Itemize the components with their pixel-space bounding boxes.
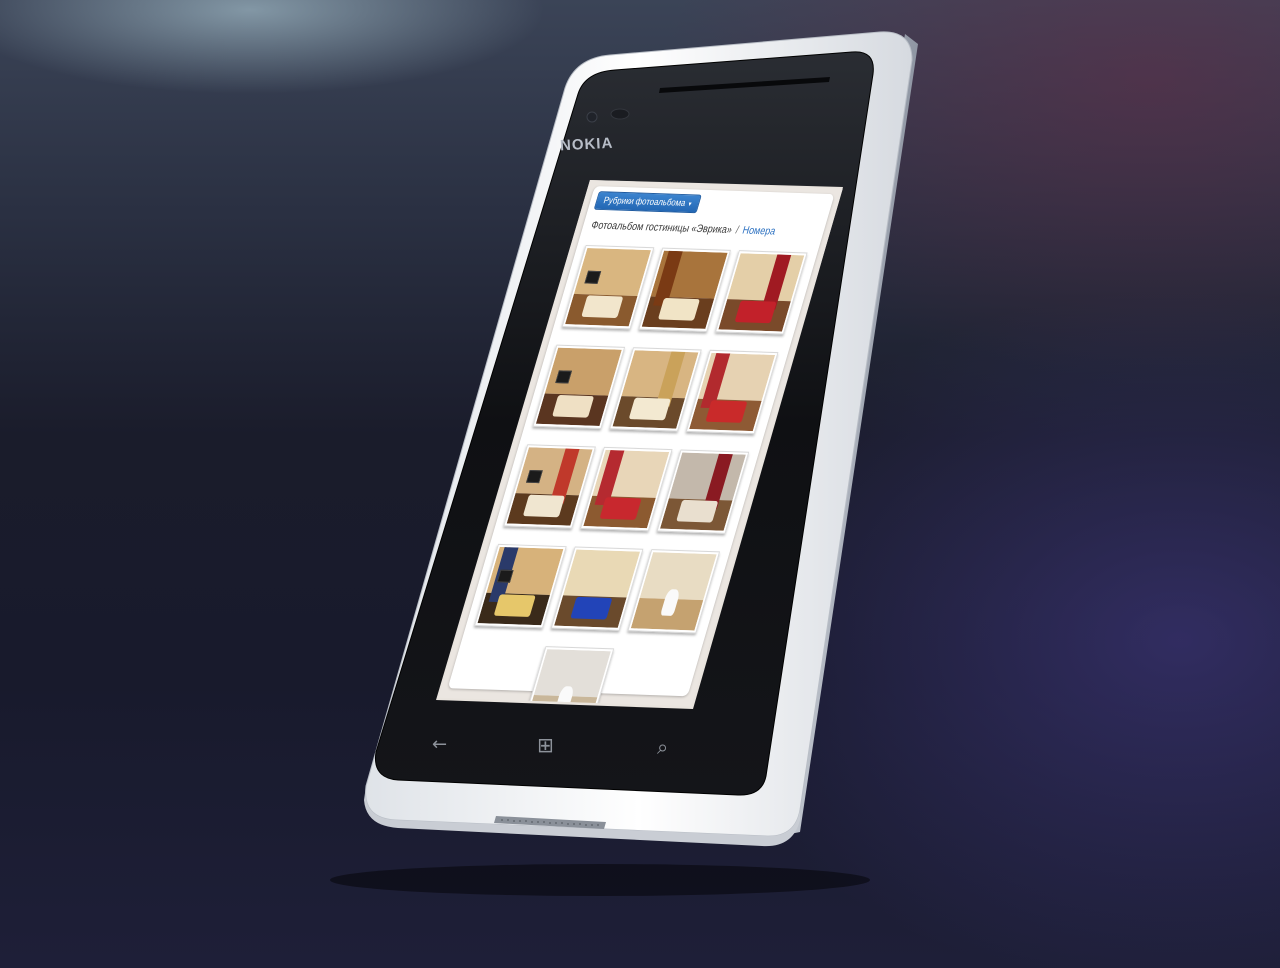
room-photo <box>689 352 776 432</box>
photo-thumbnail[interactable] <box>580 446 673 532</box>
breadcrumb: Фотоальбом гостиницы «Эврика» / Номера <box>590 220 822 239</box>
brand-logo: NOKIA <box>559 134 614 155</box>
photo-thumbnail[interactable] <box>561 244 655 330</box>
photo-thumbnail[interactable] <box>521 646 615 707</box>
photo-thumbnail[interactable] <box>715 250 808 335</box>
back-icon[interactable]: ← <box>432 734 447 755</box>
room-photo <box>506 447 593 526</box>
room-photo <box>535 347 622 426</box>
photo-thumbnail[interactable] <box>550 546 644 631</box>
room-photo <box>565 247 651 327</box>
chevron-down-icon: ▾ <box>687 201 693 209</box>
room-photo <box>659 452 746 531</box>
photo-thumbnail[interactable] <box>638 247 731 332</box>
photo-thumbnail[interactable] <box>685 349 779 435</box>
room-photo <box>641 250 728 329</box>
photo-thumbnail[interactable] <box>503 444 596 529</box>
room-photo <box>554 549 641 628</box>
room-photo <box>630 552 717 631</box>
breadcrumb-separator: / <box>734 224 741 237</box>
background-scene: ← ⊞ ⌕ NOKIA Рубрики фотоальбома▾ Фотоаль… <box>0 0 1280 968</box>
breadcrumb-current[interactable]: Номера <box>741 225 777 238</box>
photo-thumbnail[interactable] <box>532 344 626 429</box>
photo-thumbnail[interactable] <box>474 543 567 629</box>
photo-thumbnail[interactable] <box>656 449 750 534</box>
windows-icon[interactable]: ⊞ <box>537 733 554 757</box>
room-photo <box>524 649 611 707</box>
breadcrumb-parent[interactable]: Фотоальбом гостиницы «Эврика» <box>590 220 734 236</box>
rubrics-dropdown-button[interactable]: Рубрики фотоальбома▾ <box>593 191 702 214</box>
photo-thumbnail[interactable] <box>627 549 721 634</box>
room-photo <box>583 449 670 529</box>
rubrics-dropdown-label: Рубрики фотоальбома <box>602 195 687 209</box>
search-icon[interactable]: ⌕ <box>657 735 668 759</box>
room-photo <box>477 546 564 626</box>
room-photo <box>718 253 805 332</box>
photo-thumbnail[interactable] <box>609 347 702 432</box>
room-photo <box>612 350 699 429</box>
